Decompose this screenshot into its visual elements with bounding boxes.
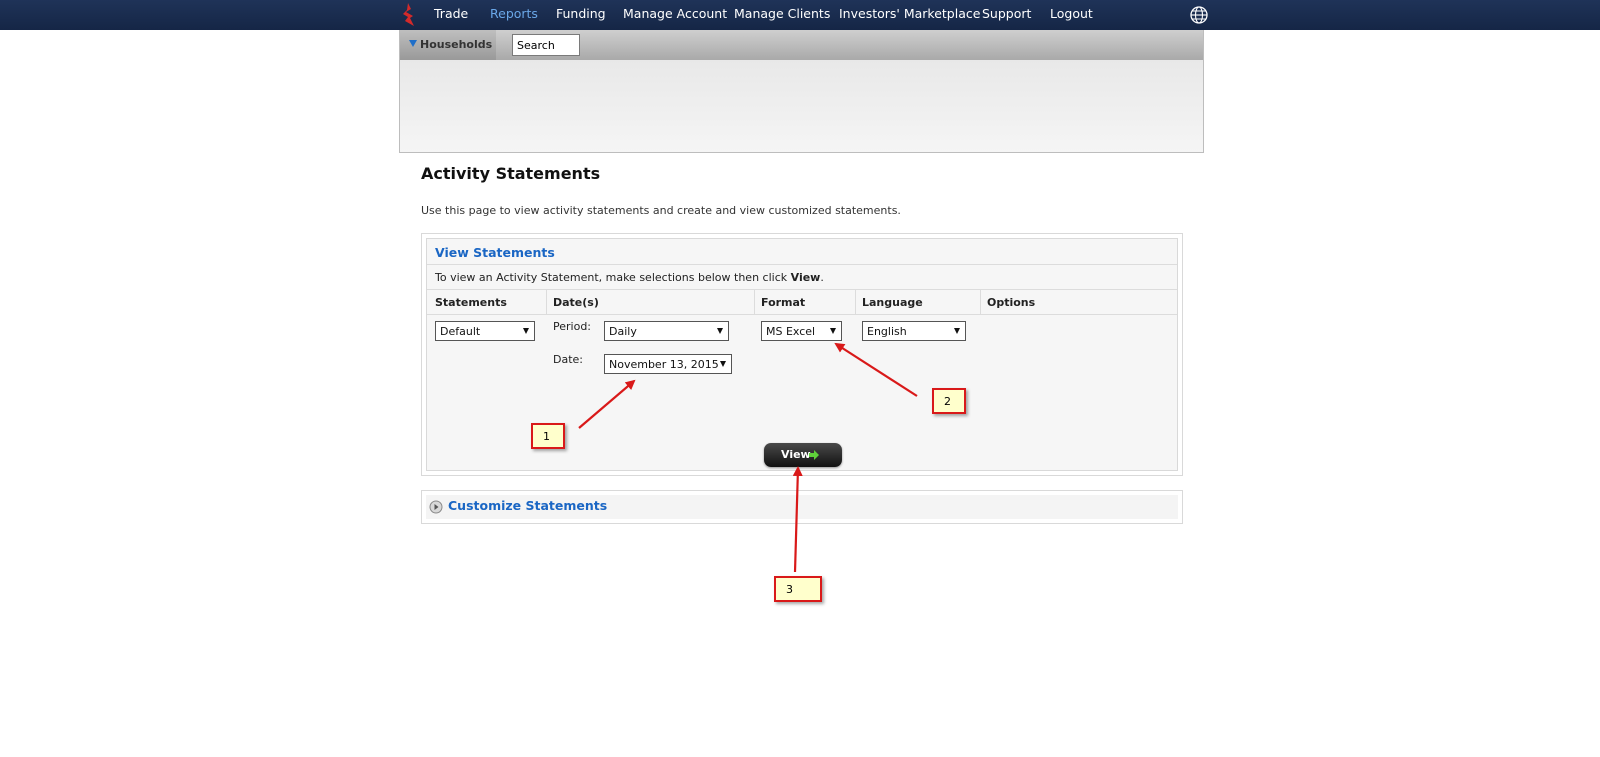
households-panel: Households: [399, 30, 1204, 153]
column-header-options: Options: [987, 296, 1036, 309]
customize-statements-panel: Customize Statements: [421, 490, 1183, 524]
period-select[interactable]: Daily: [604, 321, 729, 341]
nav-item-manage-clients[interactable]: Manage Clients: [734, 6, 830, 21]
statements-select[interactable]: Default: [435, 321, 535, 341]
households-toggle[interactable]: Households: [400, 30, 496, 60]
dropdown-arrow-icon: [830, 328, 836, 334]
nav-item-logout[interactable]: Logout: [1050, 6, 1093, 21]
nav-item-manage-account[interactable]: Manage Account: [623, 6, 727, 21]
divider: [427, 314, 1177, 315]
nav-item-reports[interactable]: Reports: [490, 6, 538, 21]
customize-statements-toggle[interactable]: Customize Statements: [426, 495, 1178, 519]
date-label: Date:: [553, 353, 583, 366]
annotation-callout-3: 3: [774, 576, 822, 602]
arrow-right-icon: [809, 450, 819, 460]
column-divider: [754, 289, 755, 314]
format-select[interactable]: MS Excel: [761, 321, 842, 341]
language-select[interactable]: English: [862, 321, 966, 341]
dropdown-arrow-icon: [954, 328, 960, 334]
households-label: Households: [420, 38, 493, 51]
view-statements-title: View Statements: [435, 245, 555, 260]
view-instructions: To view an Activity Statement, make sele…: [435, 271, 824, 284]
page-intro: Use this page to view activity statement…: [421, 204, 901, 217]
column-header-dates: Date(s): [553, 296, 599, 309]
nav-item-trade[interactable]: Trade: [434, 6, 468, 21]
period-label: Period:: [553, 320, 592, 333]
brand-logo-icon[interactable]: [401, 3, 415, 27]
date-select[interactable]: November 13, 2015: [604, 354, 732, 374]
divider: [427, 289, 1177, 290]
search-input[interactable]: [512, 34, 580, 56]
column-header-format: Format: [761, 296, 806, 309]
annotation-callout-1: 1: [531, 423, 565, 449]
dropdown-arrow-icon: [717, 328, 723, 334]
column-divider: [546, 289, 547, 314]
column-header-statements: Statements: [435, 296, 507, 309]
annotation-callout-2: 2: [932, 388, 966, 414]
page-title: Activity Statements: [421, 164, 601, 183]
nav-item-funding[interactable]: Funding: [556, 6, 606, 21]
nav-item-investors-marketplace[interactable]: Investors' Marketplace: [839, 6, 980, 21]
dropdown-arrow-icon: [720, 361, 726, 367]
expand-play-icon: [429, 500, 443, 514]
triangle-down-icon: [409, 40, 417, 47]
customize-statements-label: Customize Statements: [448, 498, 608, 513]
column-divider: [855, 289, 856, 314]
column-divider: [980, 289, 981, 314]
globe-icon[interactable]: [1189, 5, 1209, 25]
view-button[interactable]: View: [764, 443, 842, 467]
column-header-language: Language: [862, 296, 923, 309]
households-bar: Households: [400, 30, 1203, 60]
top-nav-bar: Trade Reports Funding Manage Account Man…: [0, 0, 1600, 30]
dropdown-arrow-icon: [523, 328, 529, 334]
divider: [427, 264, 1177, 265]
nav-item-support[interactable]: Support: [982, 6, 1031, 21]
